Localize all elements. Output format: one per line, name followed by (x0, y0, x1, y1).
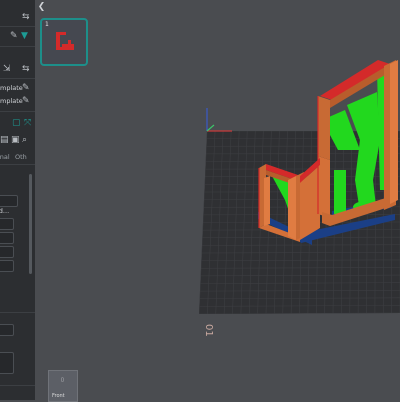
search-icon[interactable]: ⌕ (22, 135, 27, 145)
3d-viewport[interactable]: 01 (35, 0, 400, 400)
tab-plate[interactable]: lanal (0, 153, 10, 161)
divider (0, 164, 35, 165)
divider (0, 385, 35, 386)
wifi-icon[interactable]: ▼ (21, 31, 28, 41)
left-sidebar: ⇆ ✎ ▼ ⇲ ⇆ emplate ✎ emplate ✎ ▢ ⤧ ▤ ▣ ⌕ … (0, 0, 35, 400)
edit-icon[interactable]: ✎ (22, 96, 30, 106)
divider (0, 111, 35, 112)
template-row-2[interactable]: emplate (0, 97, 23, 105)
field[interactable] (0, 352, 14, 374)
divider (0, 26, 35, 27)
scrollbar[interactable] (29, 174, 32, 274)
z-axis (207, 125, 214, 131)
edit-icon[interactable]: ✎ (22, 83, 30, 93)
square-icon[interactable]: ▢ (12, 118, 21, 128)
field[interactable] (0, 246, 14, 258)
tab-others[interactable]: Oth (15, 153, 27, 161)
arrange-icon[interactable]: ⤧ (24, 118, 31, 128)
field[interactable] (0, 260, 14, 272)
copy-icon[interactable]: ▤ (0, 135, 9, 145)
edit-icon[interactable]: ✎ (10, 31, 18, 41)
sliders-icon[interactable]: ⇆ (22, 64, 30, 74)
nav-cube-mark: ▯ (61, 377, 64, 383)
nav-cube-face-label: Front (52, 393, 65, 399)
divider (0, 312, 35, 313)
layers-icon[interactable]: ▣ (11, 135, 20, 145)
divider (0, 46, 35, 47)
sliders-icon[interactable]: ⇆ (22, 12, 30, 22)
field[interactable] (0, 324, 14, 336)
field-label: id... (0, 207, 9, 215)
template-row-1[interactable]: emplate (0, 84, 23, 92)
export-icon[interactable]: ⇲ (3, 64, 11, 74)
field[interactable] (0, 195, 18, 207)
field[interactable] (0, 232, 14, 244)
divider (0, 78, 35, 79)
field[interactable] (0, 218, 14, 230)
plate-label: 01 (203, 324, 214, 337)
navigation-cube[interactable]: Front ▯ (48, 370, 78, 402)
